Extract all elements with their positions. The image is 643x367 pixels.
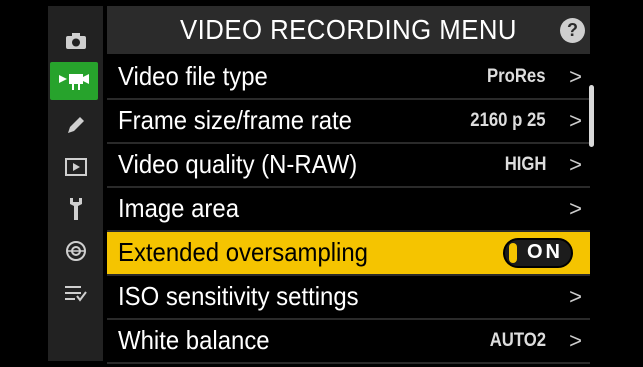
menu-item-label: Frame size/frame rate <box>118 105 352 135</box>
chevron-right-icon: > <box>569 64 582 89</box>
on-off-toggle[interactable]: ON <box>503 238 573 268</box>
chevron-right-icon: > <box>569 152 582 177</box>
menu-item-label: Video quality (N-RAW) <box>118 149 358 179</box>
my-menu-icon[interactable] <box>48 272 103 314</box>
pencil-icon[interactable] <box>48 104 103 146</box>
camera-menu-screen: VIDEO RECORDING MENU ? Video file type P… <box>0 0 643 367</box>
scrollbar[interactable] <box>589 85 594 147</box>
menu-panel: VIDEO RECORDING MENU ? Video file type P… <box>107 6 590 364</box>
menu-item-video-quality[interactable]: Video quality (N-RAW) HIGH > <box>107 144 590 188</box>
menu-item-image-area[interactable]: Image area > <box>107 188 590 232</box>
menu-item-frame-size-frame-rate[interactable]: Frame size/frame rate 2160 p 25 > <box>107 100 590 144</box>
menu-item-extended-oversampling[interactable]: Extended oversampling ON <box>107 232 590 276</box>
wrench-icon[interactable] <box>48 188 103 230</box>
menu-item-value: ProRes <box>487 66 546 87</box>
chevron-right-icon: > <box>569 328 582 353</box>
menu-item-value: 2160 p 25 <box>470 110 546 131</box>
title-bar: VIDEO RECORDING MENU ? <box>107 6 590 54</box>
chevron-right-icon: > <box>569 284 582 309</box>
menu-title: VIDEO RECORDING MENU <box>180 14 517 45</box>
camera-icon[interactable] <box>48 20 103 62</box>
chevron-right-icon: > <box>569 196 582 221</box>
menu-item-video-file-type[interactable]: Video file type ProRes > <box>107 56 590 100</box>
menu-item-iso-sensitivity-settings[interactable]: ISO sensitivity settings > <box>107 276 590 320</box>
toggle-state-label: ON <box>527 241 563 263</box>
menu-item-value: AUTO2 <box>489 330 546 351</box>
playback-icon[interactable] <box>48 146 103 188</box>
network-icon[interactable] <box>48 230 103 272</box>
menu-item-label: White balance <box>118 325 270 355</box>
video-icon[interactable] <box>50 62 98 100</box>
menu-item-value: HIGH <box>504 154 546 175</box>
menu-tab-sidebar <box>48 6 103 361</box>
menu-item-label: Image area <box>118 193 240 223</box>
help-icon[interactable]: ? <box>560 18 585 43</box>
menu-item-label: Video file type <box>118 61 268 91</box>
menu-item-label: ISO sensitivity settings <box>118 281 359 311</box>
menu-item-label: Extended oversampling <box>118 237 368 267</box>
chevron-right-icon: > <box>569 108 582 133</box>
toggle-knob <box>509 243 517 263</box>
menu-item-white-balance[interactable]: White balance AUTO2 > <box>107 320 590 364</box>
